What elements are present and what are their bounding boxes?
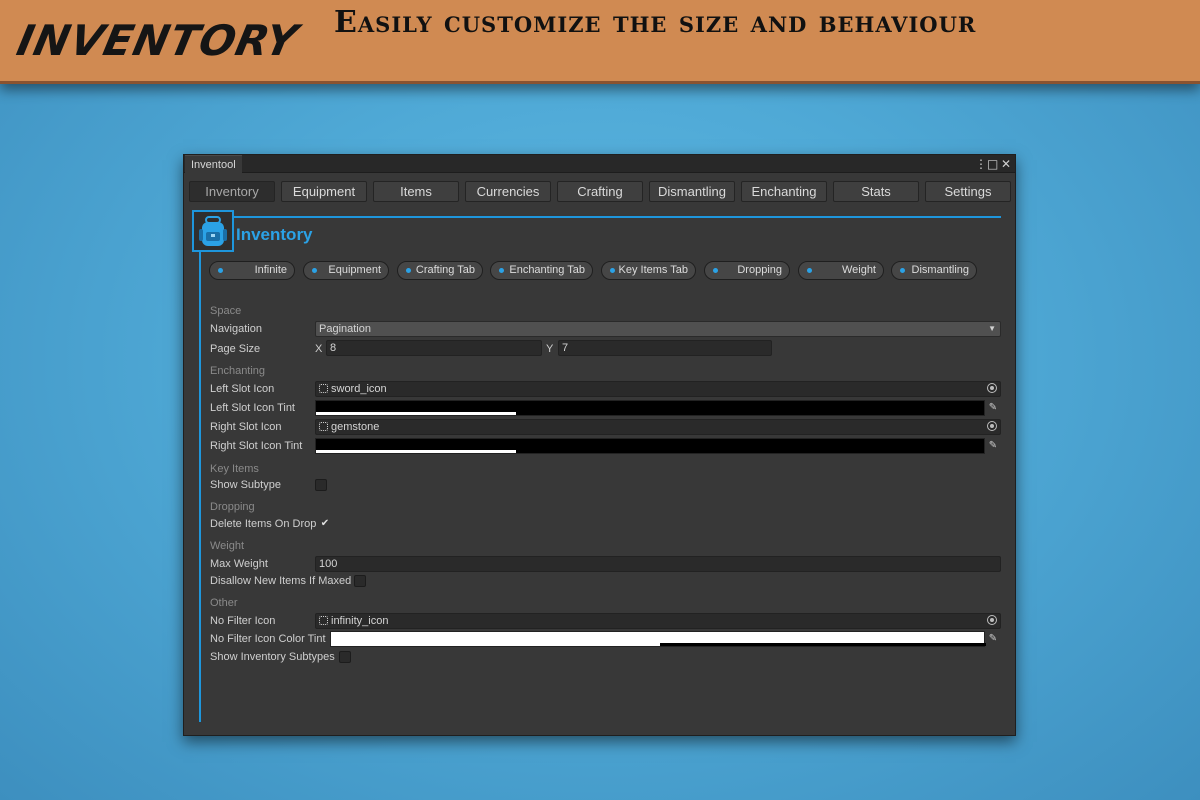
navigation-label: Navigation [210,323,262,335]
tab-equipment[interactable]: Equipment [281,181,367,202]
toggle-dot-icon [807,268,812,273]
disallow-new-items-checkbox[interactable] [354,575,366,587]
panel-icon-frame [192,210,234,252]
section-weight: Weight [210,540,245,552]
tab-inventory[interactable]: Inventory [189,181,275,202]
banner-headline: Easily customize the size and behaviour [334,5,977,40]
no-filter-tint-label: No Filter Icon Color Tint [210,633,326,645]
chip-weight[interactable]: Weight [798,261,884,280]
object-picker-icon[interactable] [987,383,997,393]
left-slot-icon-label: Left Slot Icon [210,383,275,395]
navigation-dropdown[interactable]: Pagination ▼ [315,321,1001,337]
toggle-dot-icon [312,268,317,273]
page-size-x-label: X [315,343,323,355]
max-weight-input[interactable]: 100 [315,556,1001,572]
no-filter-icon-field[interactable]: infinity_icon [315,613,1001,629]
backpack-icon [199,216,227,246]
left-slot-icon-field[interactable]: sword_icon [315,381,1001,397]
toggle-dot-icon [610,268,615,273]
toggle-dot-icon [499,268,504,273]
promo-banner: INVENTORY Easily customize the size and … [0,0,1200,84]
object-picker-icon[interactable] [987,615,997,625]
chip-crafting-tab[interactable]: Crafting Tab [397,261,483,280]
eyedropper-icon[interactable]: ✎ [986,632,1000,646]
object-picker-icon[interactable] [987,421,997,431]
panel-title: Inventory [236,225,313,244]
eyedropper-icon[interactable]: ✎ [986,439,1000,453]
toggle-dot-icon [218,268,223,273]
section-enchanting: Enchanting [210,365,266,377]
more-options-icon[interactable]: ⋮ [975,155,987,173]
show-subtype-label: Show Subtype [210,479,281,491]
show-subtype-checkbox[interactable] [315,479,327,491]
section-other: Other [210,597,238,609]
page-size-label: Page Size [210,343,261,355]
toggle-dot-icon [900,268,905,273]
tab-currencies[interactable]: Currencies [465,181,551,202]
no-filter-icon-label: No Filter Icon [210,615,276,627]
chip-dismantling[interactable]: Dismantling [891,261,977,280]
header-accent-line [230,216,1001,218]
maximize-icon[interactable]: □ [987,155,998,173]
page-size-x-input[interactable]: 8 [326,340,542,356]
section-dropping: Dropping [210,501,255,513]
left-slot-tint-color[interactable] [315,400,985,416]
toggle-dot-icon [406,268,411,273]
section-key-items: Key Items [210,463,259,475]
chip-infinite[interactable]: Infinite [209,261,295,280]
disallow-new-items-label: Disallow New Items If Maxed [210,575,352,587]
right-slot-tint-color[interactable] [315,438,985,454]
no-filter-tint-color[interactable] [330,631,986,647]
eyedropper-icon[interactable]: ✎ [986,401,1000,415]
chip-key-items-tab[interactable]: Key Items Tab [601,261,696,280]
sprite-icon [319,616,328,625]
tab-enchanting[interactable]: Enchanting [741,181,827,202]
show-inventory-subtypes-label: Show Inventory Subtypes [210,651,335,663]
chevron-down-icon: ▼ [988,324,996,333]
tab-stats[interactable]: Stats [833,181,919,202]
page-size-y-label: Y [546,343,554,355]
right-slot-icon-label: Right Slot Icon [210,421,282,433]
toggle-dot-icon [713,268,718,273]
chip-enchanting-tab[interactable]: Enchanting Tab [490,261,593,280]
tab-items[interactable]: Items [373,181,459,202]
chip-equipment[interactable]: Equipment [303,261,389,280]
right-slot-icon-field[interactable]: gemstone [315,419,1001,435]
tab-settings[interactable]: Settings [925,181,1011,202]
tab-dismantling[interactable]: Dismantling [649,181,735,202]
inventool-window: Inventool ⋮ □ ✕ Inventory Equipment Item… [183,154,1016,736]
window-tab[interactable]: Inventool [185,155,242,173]
side-accent-line [199,230,201,722]
chip-dropping[interactable]: Dropping [704,261,790,280]
right-slot-tint-label: Right Slot Icon Tint [210,440,303,452]
window-titlebar: Inventool ⋮ □ ✕ [184,155,1015,173]
inventory-logo: INVENTORY [12,16,303,65]
delete-items-on-drop-label: Delete Items On Drop [210,518,317,530]
sprite-icon [319,384,328,393]
show-inventory-subtypes-checkbox[interactable] [339,651,351,663]
section-space: Space [210,305,242,317]
tab-crafting[interactable]: Crafting [557,181,643,202]
close-icon[interactable]: ✕ [1001,155,1011,173]
max-weight-label: Max Weight [210,558,268,570]
left-slot-tint-label: Left Slot Icon Tint [210,402,295,414]
page-size-y-input[interactable]: 7 [558,340,772,356]
delete-items-on-drop-checkbox[interactable]: ✔ [319,518,331,530]
sprite-icon [319,422,328,431]
